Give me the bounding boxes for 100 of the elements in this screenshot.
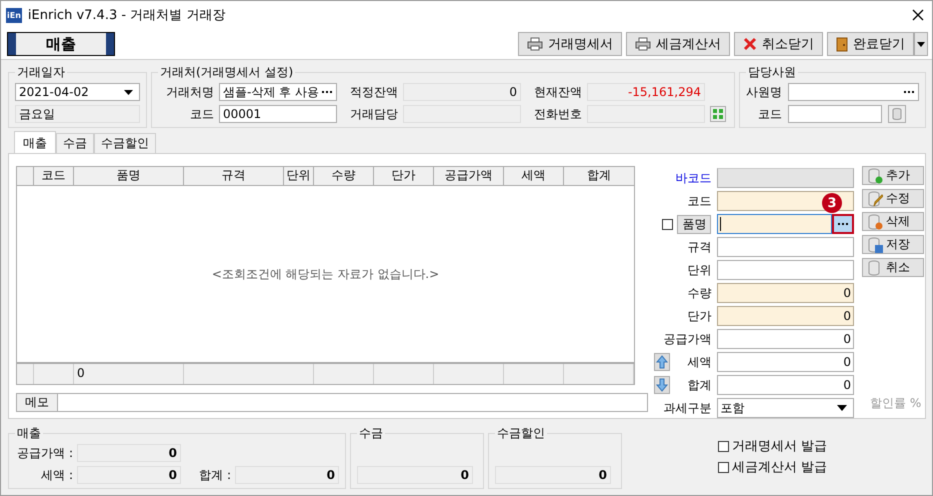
form-field[interactable]: 0	[717, 375, 854, 395]
toolbar-button[interactable]: 세금계산서	[626, 32, 730, 56]
balance-field: 0	[403, 83, 521, 101]
up-arrow-icon[interactable]	[654, 353, 670, 371]
weekday-field: 금요일	[15, 105, 140, 123]
group-title: 거래처(거래명세서 설정)	[159, 64, 294, 81]
side-button[interactable]: 수정	[862, 189, 924, 208]
dropdown-button[interactable]	[914, 32, 928, 56]
tab[interactable]: 매출	[14, 131, 56, 153]
column-header: 합계	[586, 167, 612, 184]
field-label: 합계	[687, 376, 712, 394]
staff-code-field[interactable]	[788, 105, 882, 123]
group-title: 매출	[16, 425, 42, 442]
form-field[interactable]	[717, 260, 854, 280]
group-title: 수금할인	[496, 425, 546, 442]
window-title: iEnrich v7.4.3 - 거래처별 거래장	[28, 7, 226, 24]
grid-icon[interactable]	[710, 106, 726, 122]
close-icon[interactable]	[912, 9, 924, 21]
form-field[interactable]: 0	[717, 352, 854, 372]
field-label: 코드	[687, 192, 712, 210]
field-label: 단위	[687, 262, 712, 278]
field-label: 공급가액	[663, 330, 712, 348]
column-header: 품명	[74, 167, 184, 185]
field-label: 전화번호	[533, 106, 582, 122]
current-balance-field: -15,161,294	[587, 83, 705, 101]
field-label: 적정잔액	[349, 84, 398, 100]
group-title: 수금	[358, 425, 384, 442]
field-label: 코드	[757, 106, 782, 122]
side-button[interactable]: 취소	[862, 258, 924, 277]
checkbox[interactable]	[662, 218, 674, 230]
more-icon[interactable]	[903, 89, 915, 95]
caret-icon	[917, 42, 925, 46]
printer-icon	[635, 37, 651, 51]
group-title: 담당사원	[747, 64, 797, 81]
side-button[interactable]: 저장	[862, 235, 924, 254]
discount-amount-field: 0	[495, 466, 611, 484]
total-amount-field: 0	[235, 466, 339, 484]
checkbox[interactable]	[718, 462, 729, 472]
tax-type-dropdown[interactable]: 포함	[717, 398, 854, 418]
more-button[interactable]	[832, 214, 854, 234]
caret-icon	[124, 90, 133, 94]
field-label: 공급가액 :	[16, 444, 73, 462]
column-header: 세액	[504, 167, 564, 185]
form-field[interactable]	[717, 237, 854, 257]
toolbar-button[interactable]: 취소닫기	[734, 32, 823, 56]
field-label: 단가	[687, 308, 712, 324]
cross-icon	[743, 37, 757, 51]
form-field[interactable]: 0	[717, 283, 854, 303]
caret-icon	[837, 405, 847, 411]
database-icon	[867, 236, 883, 252]
field-label: 거래담당	[349, 106, 398, 122]
door-icon	[836, 36, 848, 52]
client-name-field[interactable]: 샘플-삭제 후 사용	[219, 83, 337, 101]
side-button[interactable]: 추가	[862, 166, 924, 185]
empty-message: <조회조건에 해당되는 자료가 없습니다.>	[212, 266, 440, 282]
side-button[interactable]: 삭제	[862, 212, 924, 231]
app-logo: iEn	[6, 8, 22, 22]
form-field[interactable]	[717, 191, 854, 211]
staff-name-field[interactable]	[788, 83, 919, 101]
down-arrow-icon[interactable]	[654, 376, 670, 394]
discount-rate-label: 할인률 %	[870, 395, 922, 412]
field-label: 현재잔액	[533, 84, 582, 100]
column-header: 수량	[314, 167, 374, 185]
field-label: 사원명	[746, 84, 782, 100]
checkbox[interactable]	[718, 440, 729, 452]
field-label: 세액	[687, 354, 712, 370]
form-field[interactable]: 0	[717, 329, 854, 349]
column-header: 코드	[34, 167, 74, 185]
tax-amount-field: 0	[77, 466, 181, 484]
date-dropdown[interactable]: 2021-04-02	[15, 83, 140, 101]
field-label: 과세구분	[663, 400, 712, 416]
checkbox-label: 거래명세서 발급	[732, 438, 828, 455]
checkbox-label: 세금계산서 발급	[732, 459, 828, 476]
form-field[interactable]: 0	[717, 306, 854, 326]
field-label: 코드	[189, 106, 214, 122]
footer-cell: 0	[74, 364, 184, 384]
database-icon	[867, 214, 883, 230]
tab[interactable]: 수금할인	[94, 133, 156, 153]
database-icon[interactable]	[888, 105, 906, 123]
field-label: 수량	[687, 284, 712, 302]
column-header: 단가	[374, 167, 434, 185]
receipt-amount-field: 0	[357, 466, 473, 484]
group-title: 거래일자	[16, 64, 66, 81]
field-label: 세액 :	[40, 466, 73, 484]
field-label: 거래처명	[165, 84, 214, 100]
column-header: 단위	[284, 167, 314, 185]
client-code-field[interactable]: 00001	[219, 105, 337, 123]
toolbar-button[interactable]: 완료닫기	[827, 32, 914, 56]
field-label: 합계 :	[198, 466, 231, 484]
form-field[interactable]	[717, 214, 832, 234]
pencil-icon	[867, 190, 883, 206]
supply-amount-field: 0	[77, 444, 181, 462]
tab[interactable]: 수금	[56, 133, 94, 153]
column-header: 공급가액	[434, 167, 504, 185]
more-icon[interactable]	[321, 89, 333, 95]
toolbar-button[interactable]: 거래명세서	[518, 32, 622, 56]
mode-label: 매출	[7, 32, 115, 56]
field-label: 규격	[687, 238, 712, 256]
database-icon	[867, 168, 883, 184]
item-name-button[interactable]: 품명	[677, 214, 712, 234]
